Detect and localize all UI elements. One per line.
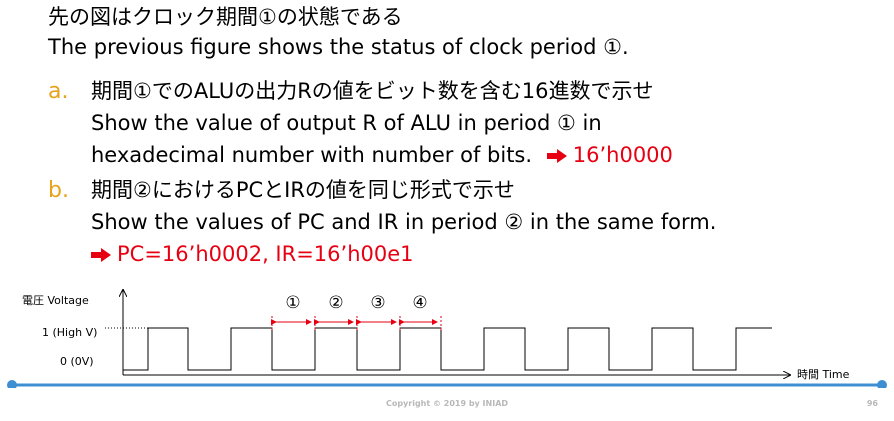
period-label-1: ① xyxy=(285,293,300,313)
item-b-answer: PC=16’h0002, IR=16’h00e1 xyxy=(117,242,414,266)
item-a-english-2: hexadecimal number with number of bits. xyxy=(91,143,533,167)
intro-japanese: 先の図はクロック期間①の状態である xyxy=(48,5,403,29)
high-level-label: 1 (High V) xyxy=(42,326,97,339)
period-label-3: ③ xyxy=(370,293,385,313)
footer-copyright: Copyright © 2019 by INIAD xyxy=(385,399,509,408)
item-b-answer-row: PC=16’h0002, IR=16’h00e1 xyxy=(91,244,414,265)
divider-right-dot xyxy=(877,380,887,388)
item-a-marker: a. xyxy=(48,79,69,104)
period-label-4: ④ xyxy=(412,293,427,313)
y-axis-label: 電圧 Voltage xyxy=(22,294,89,307)
item-a-answer: 16’h0000 xyxy=(572,143,673,167)
right-arrow-icon xyxy=(546,149,567,163)
item-b-english: Show the values of PC and IR in period ②… xyxy=(91,210,717,234)
clock-signal xyxy=(123,327,772,371)
page-number: 96 xyxy=(866,399,878,408)
x-axis-label: 時間 Time xyxy=(797,368,850,381)
item-a-english-1: Show the value of output R of ALU in per… xyxy=(91,111,602,135)
item-a-japanese: 期間①でのALUの出力Rの値をビット数を含む16進数で示せ xyxy=(91,79,654,103)
item-b-japanese: 期間②におけるPCとIRの値を同じ形式で示せ xyxy=(91,178,515,202)
intro-english: The previous figure shows the status of … xyxy=(48,35,629,59)
item-b-marker: b. xyxy=(48,178,69,203)
right-arrow-icon xyxy=(91,248,111,262)
clock-timing-diagram: 電圧 Voltage 1 (High V) 0 (0V) 時間 Time ① ②… xyxy=(7,278,887,388)
divider-left-dot xyxy=(7,380,17,388)
low-level-label: 0 (0V) xyxy=(60,355,94,368)
period-label-2: ② xyxy=(328,293,343,313)
item-a-english-2-row: hexadecimal number with number of bits. … xyxy=(91,145,673,166)
